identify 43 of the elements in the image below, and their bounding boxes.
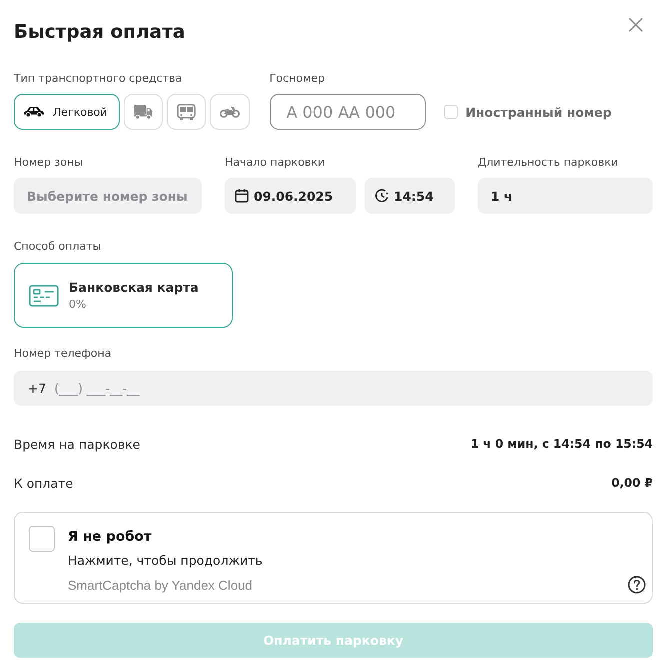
field-label: Тип транспортного средства xyxy=(14,72,182,86)
vehicle-type-button[interactable] xyxy=(166,94,206,130)
country-code: +7 xyxy=(28,381,46,396)
phone-number-input[interactable]: (___) ___-__-__ xyxy=(54,371,653,406)
summary-value: 0,00 ₽ xyxy=(612,476,653,490)
vehicle-type-button[interactable] xyxy=(210,94,250,130)
field-label: Госномер xyxy=(270,72,326,86)
summary-label: Время на парковке xyxy=(14,436,141,452)
checkbox-label[interactable]: Иностранный номер xyxy=(466,104,612,120)
payment-method-name: Банковская карта xyxy=(69,280,199,295)
checkbox[interactable] xyxy=(444,105,458,119)
duration-field[interactable]: 1 ч xyxy=(478,178,653,214)
car-icon xyxy=(23,106,45,118)
clock-icon xyxy=(375,189,389,203)
captcha-checkbox[interactable] xyxy=(29,526,55,552)
vehicle-type-button[interactable]: Легковой xyxy=(14,94,120,130)
payment-method-card[interactable]: Банковская карта 0% xyxy=(14,263,233,328)
captcha-title: Я не робот xyxy=(68,528,152,547)
motorcycle-icon xyxy=(220,106,240,118)
time-field[interactable]: 14:54 xyxy=(365,178,455,214)
field-label: Длительность парковки xyxy=(478,156,618,170)
field-label: Способ оплаты xyxy=(14,240,102,254)
captcha-brand: SmartCaptcha by Yandex Cloud xyxy=(68,578,253,592)
dialog-title: Быстрая оплата xyxy=(14,21,186,45)
bank-card-icon xyxy=(29,284,59,306)
summary-label: К оплате xyxy=(14,476,74,490)
summary-value: 1 ч 0 мин, с 14:54 по 15:54 xyxy=(470,437,653,451)
phone-field[interactable]: +7 (___) ___-__-__ xyxy=(14,371,653,406)
field-label: Номер телефона xyxy=(14,347,112,361)
close-icon xyxy=(629,18,643,32)
license-plate-field[interactable]: А 000 АА 000 xyxy=(270,94,426,130)
close-button[interactable] xyxy=(629,18,643,32)
field-label: Номер зоны xyxy=(14,156,84,170)
payment-fee: 0% xyxy=(69,298,86,311)
truck-icon xyxy=(134,104,153,120)
calendar-icon xyxy=(235,189,249,203)
date-field[interactable]: 09.06.2025 xyxy=(225,178,356,214)
field-label: Начало парковки xyxy=(225,156,326,170)
captcha-hint: Нажмите, чтобы продолжить xyxy=(68,552,263,570)
vehicle-type-button[interactable] xyxy=(124,94,163,130)
zone-field[interactable]: Выберите номер зоны xyxy=(14,178,202,214)
help-icon[interactable] xyxy=(628,576,646,594)
bus-icon xyxy=(176,104,196,120)
